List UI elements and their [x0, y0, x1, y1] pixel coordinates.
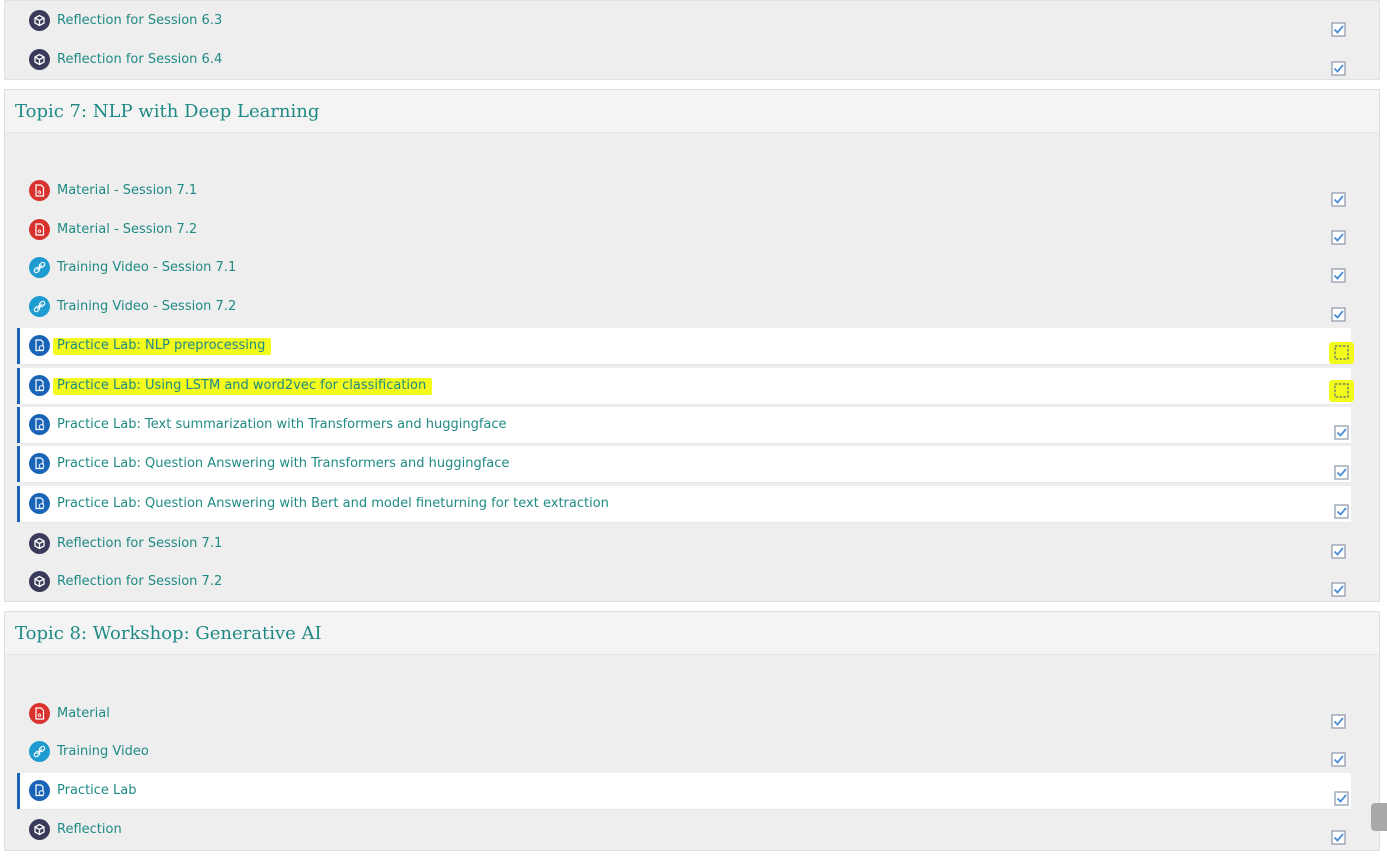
completion-checkbox-empty[interactable] [1329, 342, 1354, 364]
completion-checkbox[interactable] [1331, 22, 1346, 37]
activity-label: Reflection for Session 7.2 [57, 574, 223, 589]
lab-icon [29, 414, 50, 435]
link-icon [29, 257, 50, 278]
activity-label: Practice Lab [57, 783, 137, 798]
activity-label: Material - Session 7.2 [57, 222, 198, 237]
reflection-icon [29, 49, 50, 70]
reflection-icon [29, 533, 50, 554]
activity-label: Practice Lab: Text summarization with Tr… [57, 417, 507, 432]
activity-label: Reflection [57, 822, 122, 837]
completion-checkbox[interactable] [1331, 307, 1346, 322]
activity-label: Training Video [57, 744, 149, 759]
activity-label-wrap: Practice Lab: Using LSTM and word2vec fo… [53, 377, 433, 395]
completion-checkbox[interactable] [1331, 192, 1346, 207]
completion-checkbox[interactable] [1331, 230, 1346, 245]
completion-checkbox[interactable] [1331, 752, 1346, 767]
pdf-icon [29, 180, 50, 201]
topic-title[interactable]: Topic 8: Workshop: Generative AI [15, 623, 322, 644]
completion-checkbox[interactable] [1331, 544, 1346, 559]
lab-icon [29, 453, 50, 474]
section-topic-6: Reflection for Session 6.3 Reflection fo… [4, 0, 1380, 80]
activity-video-7-2[interactable]: Training Video - Session 7.2 [17, 289, 1351, 325]
lab-icon [29, 375, 50, 396]
completion-checkbox[interactable] [1331, 714, 1346, 729]
reflection-icon [29, 571, 50, 592]
lab-icon [29, 493, 50, 514]
section-topic-8: Topic 8: Workshop: Generative AI Materia… [4, 611, 1380, 851]
completion-checkbox[interactable] [1331, 268, 1346, 283]
activity-label: Reflection for Session 6.4 [57, 52, 223, 67]
activity-practice-lab[interactable]: Practice Lab [17, 773, 1351, 809]
activity-material[interactable]: Material [17, 696, 1351, 732]
pdf-icon [29, 219, 50, 240]
scroll-to-top-button[interactable] [1371, 803, 1387, 831]
activity-lab-qa-bert[interactable]: Practice Lab: Question Answering with Be… [17, 486, 1351, 522]
activity-reflection[interactable]: Reflection [17, 812, 1351, 848]
activity-label: Material - Session 7.1 [57, 183, 198, 198]
completion-checkbox[interactable] [1334, 425, 1349, 440]
lab-icon [29, 780, 50, 801]
activity-label: Training Video - Session 7.2 [57, 299, 237, 314]
completion-checkbox[interactable] [1334, 504, 1349, 519]
topic-header: Topic 7: NLP with Deep Learning [5, 90, 1379, 133]
pdf-icon [29, 703, 50, 724]
activity-reflection-6-3[interactable]: Reflection for Session 6.3 [17, 3, 1351, 39]
activity-label: Practice Lab: Question Answering with Be… [57, 496, 609, 511]
topic-header: Topic 8: Workshop: Generative AI [5, 612, 1379, 655]
activity-reflection-6-4[interactable]: Reflection for Session 6.4 [17, 42, 1351, 78]
completion-checkbox[interactable] [1334, 791, 1349, 806]
link-icon [29, 741, 50, 762]
activity-training-video[interactable]: Training Video [17, 734, 1351, 770]
activity-label: Practice Lab: Using LSTM and word2vec fo… [53, 378, 433, 395]
activity-lab-text-summarization[interactable]: Practice Lab: Text summarization with Tr… [17, 407, 1351, 443]
section-topic-7: Topic 7: NLP with Deep Learning Material… [4, 89, 1380, 602]
reflection-icon [29, 10, 50, 31]
activity-label: Material [57, 706, 110, 721]
activity-label: Training Video - Session 7.1 [57, 260, 237, 275]
activity-lab-qa-transformers[interactable]: Practice Lab: Question Answering with Tr… [17, 446, 1351, 482]
activity-video-7-1[interactable]: Training Video - Session 7.1 [17, 250, 1351, 286]
completion-checkbox-empty[interactable] [1329, 380, 1354, 402]
reflection-icon [29, 819, 50, 840]
link-icon [29, 296, 50, 317]
activity-label-wrap: Practice Lab: NLP preprocessing [53, 337, 272, 355]
completion-checkbox[interactable] [1334, 465, 1349, 480]
completion-checkbox[interactable] [1331, 61, 1346, 76]
topic-title[interactable]: Topic 7: NLP with Deep Learning [15, 101, 319, 122]
activity-label: Practice Lab: NLP preprocessing [53, 338, 272, 355]
activity-lab-nlp-preprocessing[interactable]: Practice Lab: NLP preprocessing [17, 328, 1354, 364]
lab-icon [29, 335, 50, 356]
activity-material-7-1[interactable]: Material - Session 7.1 [17, 173, 1351, 209]
activity-reflection-7-2[interactable]: Reflection for Session 7.2 [17, 564, 1351, 600]
activity-label: Reflection for Session 6.3 [57, 13, 223, 28]
activity-material-7-2[interactable]: Material - Session 7.2 [17, 212, 1351, 248]
activity-label: Reflection for Session 7.1 [57, 536, 223, 551]
activity-reflection-7-1[interactable]: Reflection for Session 7.1 [17, 526, 1351, 562]
activity-lab-lstm-word2vec[interactable]: Practice Lab: Using LSTM and word2vec fo… [17, 368, 1354, 404]
activity-label: Practice Lab: Question Answering with Tr… [57, 456, 510, 471]
completion-checkbox[interactable] [1331, 582, 1346, 597]
completion-checkbox[interactable] [1331, 830, 1346, 845]
